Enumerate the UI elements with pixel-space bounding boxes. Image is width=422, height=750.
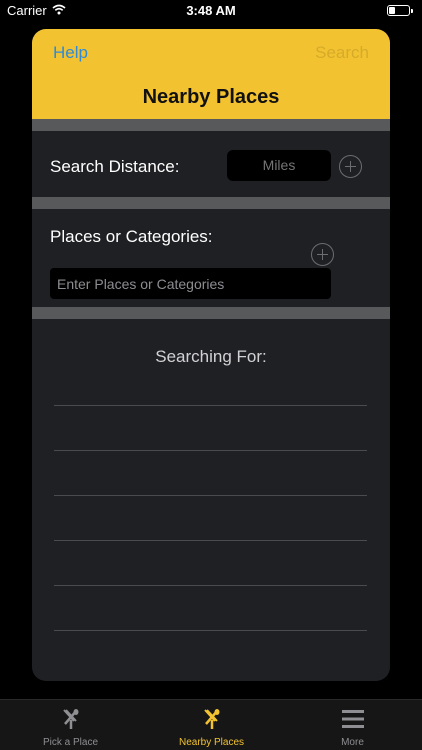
tab-pick-a-place[interactable]: Pick a Place <box>0 700 141 750</box>
result-list-separator <box>54 405 367 406</box>
tab-nearby-places[interactable]: Nearby Places <box>141 700 282 750</box>
status-bar: Carrier 3:48 AM <box>0 0 422 24</box>
tab-label: More <box>341 737 364 748</box>
battery-level <box>389 7 395 14</box>
section-divider <box>32 197 390 209</box>
search-distance-label: Search Distance: <box>50 157 180 176</box>
battery-icon <box>387 5 413 16</box>
result-list-separator <box>54 540 367 541</box>
tab-more[interactable]: More <box>282 700 422 750</box>
panel-header: Help Search Nearby Places <box>32 29 390 119</box>
result-list-separator <box>54 450 367 451</box>
searching-for-title: Searching For: <box>155 347 267 366</box>
miles-input[interactable] <box>227 150 331 181</box>
nearby-places-panel: Help Search Nearby Places Search Distanc… <box>32 29 390 681</box>
tab-label: Pick a Place <box>42 737 99 748</box>
tab-bar: Pick a Place Nearby Places More <box>0 699 422 750</box>
clock: 3:48 AM <box>186 3 236 18</box>
searching-for-section: Searching For: <box>32 319 390 679</box>
help-button[interactable]: Help <box>53 43 88 63</box>
places-input[interactable] <box>50 268 331 299</box>
utensils-icon <box>203 709 219 729</box>
result-list-separator <box>54 495 367 496</box>
add-place-button[interactable] <box>311 243 334 266</box>
page-title: Nearby Places <box>142 86 280 108</box>
result-list-separator <box>54 630 367 631</box>
places-label: Places or Categories: <box>50 227 213 246</box>
places-row: Places or Categories: <box>32 209 390 307</box>
section-divider <box>32 119 390 131</box>
result-list-separator <box>54 585 367 586</box>
search-distance-row: Search Distance: <box>32 131 390 197</box>
utensils-icon <box>62 709 78 729</box>
add-distance-button[interactable] <box>339 155 362 178</box>
search-button[interactable]: Search <box>315 43 369 63</box>
tab-label: Nearby Places <box>178 737 245 748</box>
menu-icon <box>341 710 364 728</box>
section-divider <box>32 307 390 319</box>
